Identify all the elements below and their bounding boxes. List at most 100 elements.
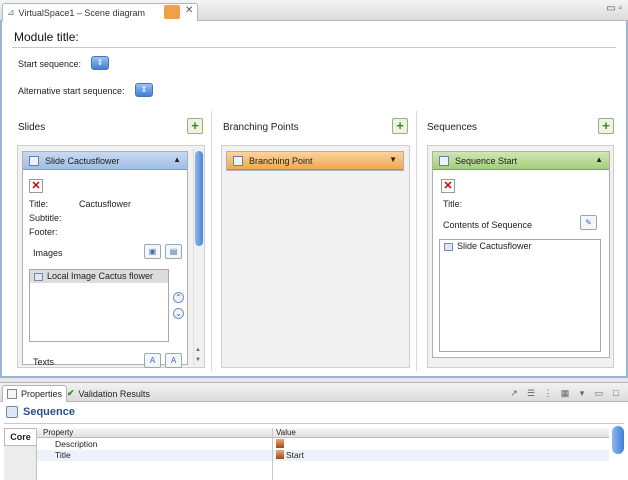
start-sequence-select[interactable]: ⇕ (91, 56, 109, 70)
edit-image-icon[interactable]: ▤ (165, 244, 182, 259)
contents-of-sequence-label: Contents of Sequence (443, 220, 533, 230)
selection-title: Sequence (6, 406, 75, 418)
branching-panel: Branching Point ▼ (221, 145, 410, 368)
tab-validation-label: Validation Results (78, 388, 150, 399)
table-header: Property Value (37, 428, 609, 438)
branching-point-card[interactable]: Branching Point ▼ (226, 151, 404, 171)
sequence-card-header[interactable]: Sequence Start ▲ (433, 152, 609, 170)
value-icon (276, 439, 284, 448)
edit-text-icon[interactable]: A (165, 353, 182, 368)
images-label: Images (33, 248, 63, 258)
column-divider (211, 111, 212, 371)
table-row[interactable]: Description (37, 439, 609, 450)
expand-icon[interactable]: ▼ (389, 155, 397, 164)
branch-icon (233, 155, 243, 166)
tab-marker-icon (164, 5, 180, 19)
tab-validation-results[interactable]: ✔ Validation Results (63, 385, 154, 402)
sequence-contents-list[interactable]: Slide Cactusflower (439, 239, 601, 352)
image-icon (34, 272, 43, 281)
slides-header: Slides (18, 122, 46, 133)
delete-sequence-button[interactable]: ✕ (441, 179, 455, 193)
slide-icon (29, 155, 39, 166)
tab-core[interactable]: Core (4, 428, 36, 446)
slide-footer-label: Footer: (29, 227, 58, 237)
column-header-property[interactable]: Property (43, 428, 73, 438)
properties-view: Sequence Core Property Value Description… (0, 402, 628, 480)
slide-title-value: Cactusflower (79, 199, 132, 209)
add-text-icon[interactable]: A (144, 353, 161, 368)
tab-properties-label: Properties (21, 389, 63, 399)
collapse-icon[interactable]: ▲ (173, 155, 181, 164)
add-sequence-button[interactable]: + (598, 118, 614, 134)
move-down-icon[interactable]: ⌄ (173, 308, 184, 319)
property-name: Description (55, 439, 98, 449)
filter-icon[interactable]: ⋮ (542, 387, 554, 399)
add-branching-point-button[interactable]: + (392, 118, 408, 134)
selection-title-text: Sequence (23, 406, 75, 418)
texts-label: Texts (33, 357, 55, 367)
list-item[interactable]: Local Image Cactus flower (30, 270, 168, 283)
branching-card-header[interactable]: Branching Point ▼ (227, 152, 403, 170)
branching-card-title: Branching Point (249, 155, 313, 166)
close-icon[interactable]: ✕ (185, 5, 193, 16)
images-list[interactable]: Local Image Cactus flower (29, 269, 169, 342)
properties-icon (7, 389, 17, 399)
sequence-icon (439, 155, 449, 166)
advanced-icon[interactable]: ▦ (559, 387, 571, 399)
value-icon (276, 450, 284, 459)
sequences-header: Sequences (427, 122, 478, 133)
minimize-icon[interactable]: ▭ (593, 387, 605, 399)
alt-start-sequence-label: Alternative start sequence: (18, 86, 125, 96)
collapse-icon[interactable]: ▲ (595, 155, 603, 164)
image-item-label: Local Image Cactus flower (47, 271, 154, 281)
slide-card-title: Slide Cactusflower (45, 155, 120, 166)
title-divider (12, 47, 616, 48)
window-controls[interactable]: ▭ ▫ (606, 3, 622, 14)
start-sequence-label: Start sequence: (18, 59, 82, 69)
diagram-icon: ⊿ (7, 7, 15, 17)
scroll-down-icon[interactable]: ▼ (195, 357, 201, 363)
categories-icon[interactable]: ☰ (525, 387, 537, 399)
slide-card[interactable]: Slide Cactusflower ▲ ✕ Title: Cactusflow… (22, 151, 188, 368)
property-name: Title (55, 450, 71, 460)
checkmark-icon: ✔ (67, 388, 75, 398)
move-up-icon[interactable]: ⌃ (173, 292, 184, 303)
view-menu-icon[interactable]: ▾ (576, 387, 588, 399)
property-table[interactable]: Property Value Description Title Start (37, 428, 609, 480)
slide-subtitle-label: Subtitle: (29, 213, 62, 223)
slides-panel: Slide Cactusflower ▲ ✕ Title: Cactusflow… (17, 145, 205, 368)
editor-tab[interactable]: ⊿ VirtualSpace1 – Scene diagram ✕ (2, 3, 198, 21)
list-item[interactable]: Slide Cactusflower (440, 240, 600, 253)
scroll-thumb[interactable] (195, 151, 203, 246)
add-slide-button[interactable]: + (187, 118, 203, 134)
alt-start-sequence-select[interactable]: ⇕ (135, 83, 153, 97)
properties-scrollbar[interactable] (612, 426, 624, 454)
scroll-up-icon[interactable]: ▲ (195, 347, 201, 353)
tab-properties[interactable]: Properties (2, 385, 68, 402)
slide-title-label: Title: (29, 199, 49, 209)
view-toolbar: ↗ ☰ ⋮ ▦ ▾ ▭ □ (508, 387, 622, 399)
slide-card-header[interactable]: Slide Cactusflower ▲ (23, 152, 187, 170)
module-title: Module title: (14, 30, 79, 44)
slides-scrollbar[interactable]: ▲ ▼ (193, 149, 203, 365)
sequences-panel: Sequence Start ▲ ✕ Title: Contents of Se… (427, 145, 614, 368)
title-divider (4, 423, 624, 424)
property-value[interactable] (276, 439, 286, 450)
editor-tab-title: VirtualSpace1 – Scene diagram (18, 7, 145, 18)
edit-contents-icon[interactable]: ✎ (580, 215, 597, 230)
sequence-icon (6, 406, 18, 418)
column-separator (272, 428, 273, 480)
scene-diagram-editor: Module title: Start sequence: ⇕ Alternat… (0, 21, 628, 378)
sequence-card-title: Sequence Start (455, 155, 518, 166)
properties-view-tabbar: Properties ✔ Validation Results ↗ ☰ ⋮ ▦ … (0, 382, 628, 402)
table-row[interactable]: Title Start (37, 450, 609, 461)
add-image-icon[interactable]: ▣ (144, 244, 161, 259)
slide-icon (444, 242, 453, 251)
pin-icon[interactable]: ↗ (508, 387, 520, 399)
maximize-icon[interactable]: □ (610, 387, 622, 399)
sequence-title-label: Title: (443, 199, 463, 209)
delete-slide-button[interactable]: ✕ (29, 179, 43, 193)
property-value[interactable]: Start (276, 450, 304, 461)
sequence-card[interactable]: Sequence Start ▲ ✕ Title: Contents of Se… (432, 151, 610, 358)
column-header-value[interactable]: Value (276, 428, 296, 438)
